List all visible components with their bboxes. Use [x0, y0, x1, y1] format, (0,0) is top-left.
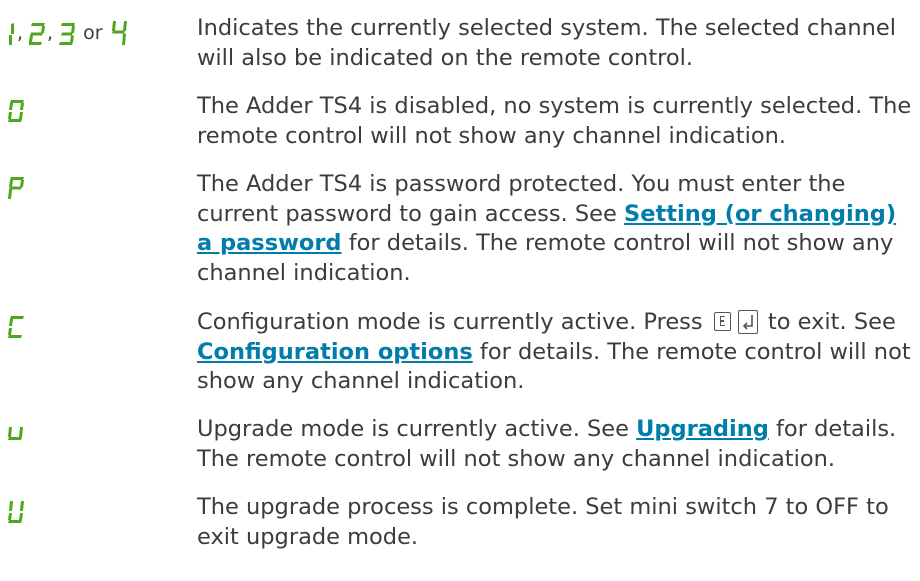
seven-segment-4-icon — [111, 21, 127, 45]
status-code-U — [8, 501, 25, 523]
code-separator-or: or — [83, 22, 103, 44]
status-code-P — [8, 177, 25, 199]
seven-segment-2-icon — [29, 23, 46, 45]
E-key-icon — [713, 312, 731, 331]
seven-segment-3-icon — [59, 23, 76, 45]
seven-segment-P-icon — [8, 177, 24, 199]
description-text: to exit. See — [760, 309, 896, 335]
seven-segment-U-icon — [8, 501, 24, 523]
link-upgrading[interactable]: Upgrading — [636, 416, 769, 442]
code-separator-comma: , — [17, 22, 24, 44]
status-description: Upgrade mode is currently active. See Up… — [197, 415, 912, 474]
seven-segment-0-icon — [8, 100, 24, 122]
status-description: The Adder TS4 is password protected. You… — [197, 170, 912, 288]
status-code-0 — [8, 100, 25, 122]
status-description: The Adder TS4 is disabled, no system is … — [197, 93, 912, 149]
description-text: Configuration mode is currently active. … — [197, 309, 710, 335]
description-text: Upgrade mode is currently active. See — [197, 416, 637, 442]
link-configuration-options[interactable]: Configuration options — [197, 339, 473, 365]
status-code-C — [8, 316, 25, 338]
seven-segment-u-icon — [8, 427, 23, 440]
status-description: Indicates the currently selected system.… — [197, 15, 897, 71]
status-description: The upgrade process is complete. Set min… — [197, 494, 889, 550]
status-description: Configuration mode is currently active. … — [197, 308, 912, 397]
seven-segment-C-icon — [8, 316, 24, 338]
seven-segment-1-icon — [9, 23, 14, 45]
status-code-1-2-3-4: , , or — [8, 21, 128, 45]
enter-key-icon — [737, 310, 758, 334]
status-code-u — [8, 427, 24, 440]
code-separator-comma: , — [47, 22, 54, 44]
